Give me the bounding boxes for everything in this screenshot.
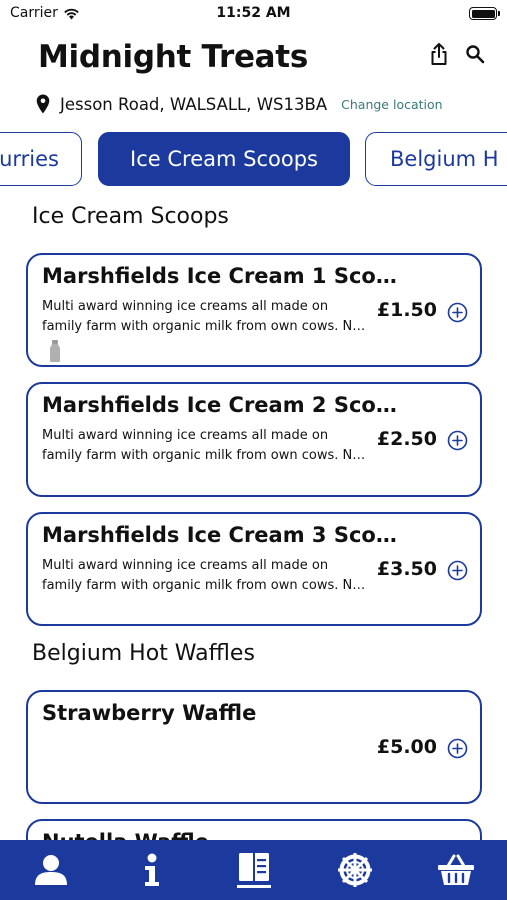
battery-icon	[469, 7, 500, 20]
menu-item-card[interactable]: Strawberry Waffle £5.00	[26, 690, 482, 804]
menu-item-description: Multi award winning ice creams all made …	[42, 426, 372, 466]
add-circle-icon[interactable]	[447, 302, 468, 323]
share-button[interactable]	[427, 42, 451, 66]
menu-item-card[interactable]: Marshfields Ice Cream 3 Sco… Multi award…	[26, 512, 482, 626]
section-title-ice-cream-scoops: Ice Cream Scoops	[32, 204, 229, 229]
info-icon	[145, 853, 160, 886]
category-tab-label: urries	[0, 147, 59, 171]
bottom-tab-bar	[0, 840, 507, 900]
menu-item-description-line: Multi award winning ice creams all made …	[42, 299, 329, 314]
milk-bottle-icon	[50, 340, 60, 362]
menu-item-card[interactable]: Marshfields Ice Cream 1 Sco… Multi award…	[26, 253, 482, 367]
menu-item-description: Multi award winning ice creams all made …	[42, 556, 372, 596]
menu-icon	[236, 853, 271, 888]
tab-info[interactable]	[101, 840, 202, 900]
add-circle-icon[interactable]	[447, 738, 468, 759]
header-actions	[427, 42, 487, 66]
menu-item-name: Strawberry Waffle	[42, 701, 257, 725]
tab-settings[interactable]	[304, 840, 405, 900]
category-tab-label: Belgium H	[390, 147, 499, 171]
menu-item-description-line: Multi award winning ice creams all made …	[42, 428, 329, 443]
location-address: Jesson Road, WALSALL, WS13BA	[60, 94, 328, 114]
menu-item-description-line: family farm with organic milk from own c…	[42, 448, 366, 463]
menu-item-price: £2.50	[376, 428, 437, 450]
location-row: Jesson Road, WALSALL, WS13BA Change loca…	[36, 92, 443, 116]
status-bar: Carrier 11:52 AM	[0, 0, 507, 28]
category-tab-belgium-hot-waffles[interactable]: Belgium H	[365, 132, 507, 186]
menu-item-name: Marshfields Ice Cream 1 Sco…	[42, 264, 397, 288]
menu-item-description: Multi award winning ice creams all made …	[42, 297, 372, 337]
menu-item-price: £3.50	[376, 558, 437, 580]
menu-item-description-line: family farm with organic milk from own c…	[42, 578, 366, 593]
section-title-belgium-hot-waffles: Belgium Hot Waffles	[32, 641, 255, 666]
menu-item-card[interactable]: Marshfields Ice Cream 2 Sco… Multi award…	[26, 382, 482, 497]
profile-icon	[34, 855, 67, 885]
menu-item-name: Marshfields Ice Cream 2 Sco…	[42, 393, 397, 417]
header: Midnight Treats	[38, 34, 487, 80]
category-tab-label: Ice Cream Scoops	[130, 147, 318, 171]
menu-item-price: £1.50	[376, 299, 437, 321]
location-pin-icon	[36, 94, 50, 114]
search-icon	[466, 45, 485, 64]
search-button[interactable]	[463, 42, 487, 66]
basket-icon	[438, 854, 475, 885]
tab-profile[interactable]	[0, 840, 101, 900]
add-circle-icon[interactable]	[447, 560, 468, 581]
share-icon	[431, 43, 447, 65]
menu-item-description-line: family farm with organic milk from own c…	[42, 319, 366, 334]
category-tab-ice-cream-scoops[interactable]: Ice Cream Scoops	[98, 132, 350, 186]
category-tabs: urries Ice Cream Scoops Belgium H	[0, 132, 507, 188]
tab-menu[interactable]	[203, 840, 304, 900]
menu-item-name: Marshfields Ice Cream 3 Sco…	[42, 523, 397, 547]
status-time: 11:52 AM	[216, 5, 291, 21]
page-title: Midnight Treats	[38, 39, 308, 75]
menu-item-price: £5.00	[376, 736, 437, 758]
menu-item-description-line: Multi award winning ice creams all made …	[42, 558, 329, 573]
change-location-link[interactable]: Change location	[341, 97, 442, 112]
tab-basket[interactable]	[406, 840, 507, 900]
add-circle-icon[interactable]	[447, 430, 468, 451]
category-tab-previous[interactable]: urries	[0, 132, 82, 186]
settings-icon	[337, 853, 372, 887]
